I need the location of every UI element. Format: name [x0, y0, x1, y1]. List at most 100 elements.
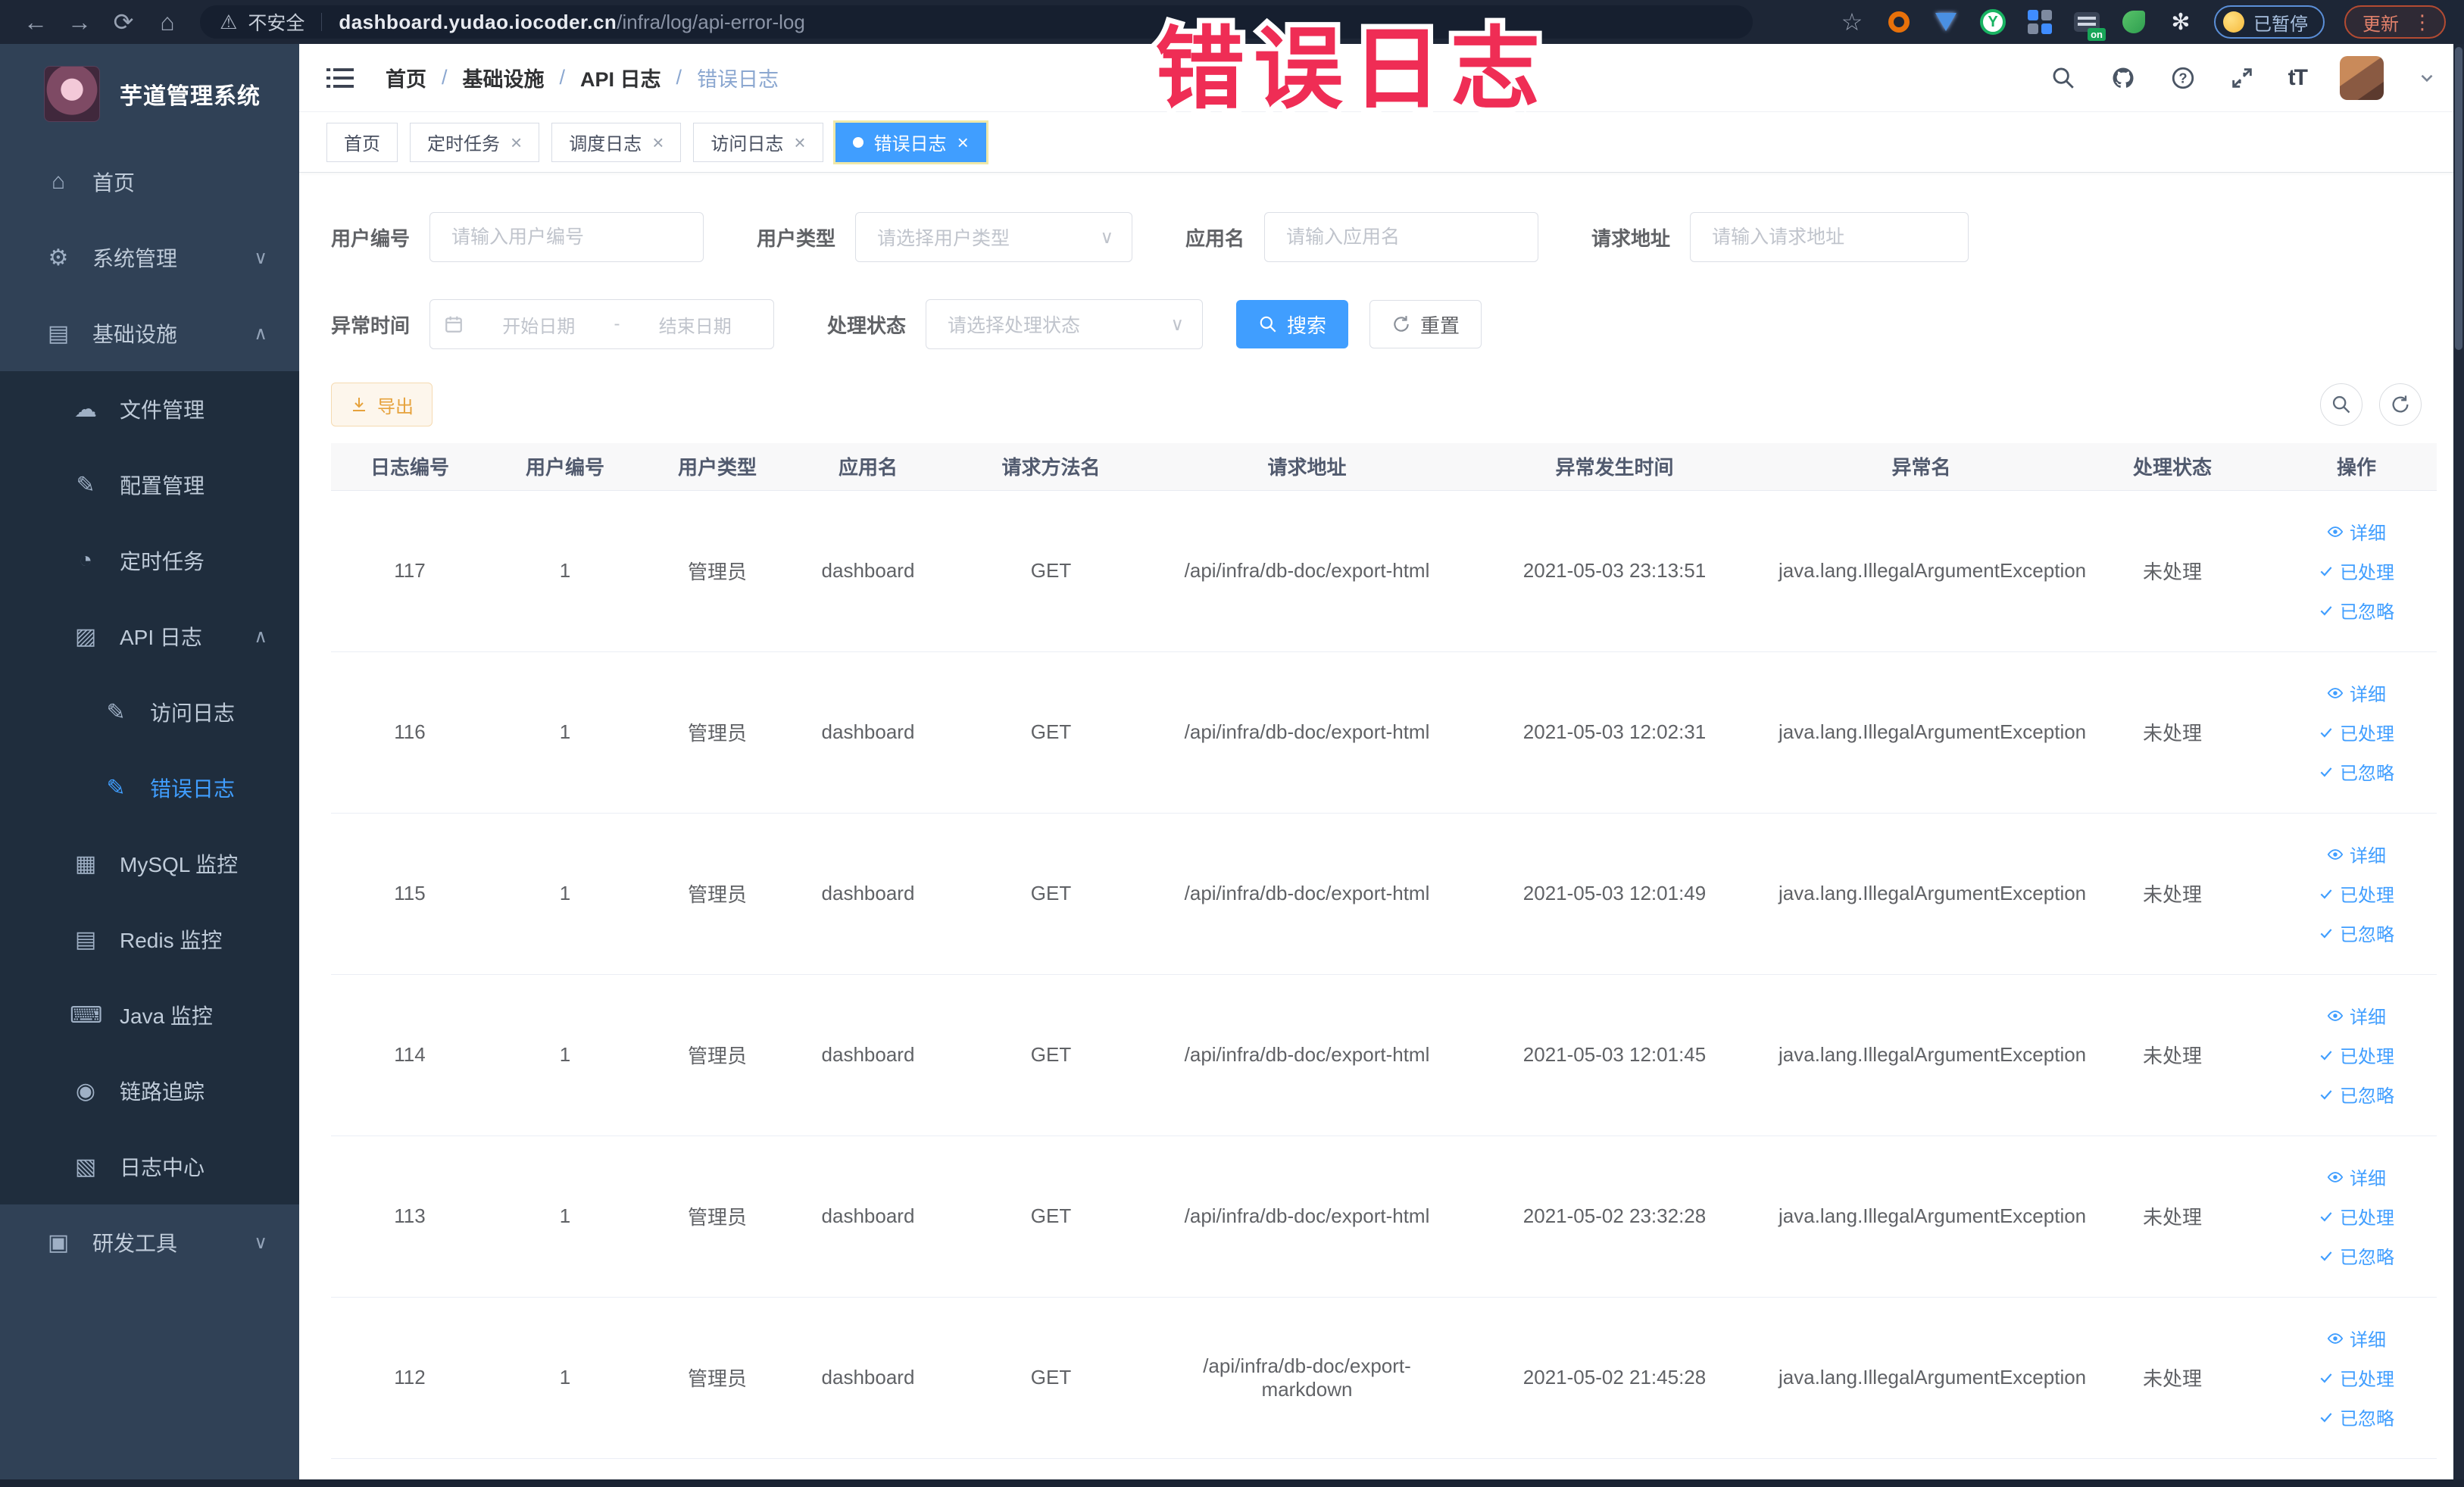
mark-ignored-link[interactable]: 已忽略: [2281, 1075, 2432, 1114]
cell-exception-time: 2021-05-03 23:13:51: [1455, 490, 1774, 652]
close-icon[interactable]: ×: [957, 133, 969, 152]
cell-exception-time: 2021-05-03 12:01:45: [1455, 974, 1774, 1136]
tab-job[interactable]: 定时任务 ×: [410, 122, 540, 162]
profile-paused-badge[interactable]: 已暂停: [2214, 5, 2325, 39]
mark-ignored-link[interactable]: 已忽略: [2281, 1398, 2432, 1437]
tab-home[interactable]: 首页: [326, 122, 398, 162]
browser-reload-icon[interactable]: ⟳: [101, 5, 145, 39]
collapse-sidebar-icon[interactable]: [326, 66, 354, 90]
mark-processed-link[interactable]: 已处理: [2281, 1197, 2432, 1236]
browser-update-button[interactable]: 更新 ⋮: [2344, 5, 2446, 39]
extensions-puzzle-icon[interactable]: ✻: [2167, 8, 2194, 36]
request-url-input[interactable]: [1690, 212, 1969, 262]
extension-leaf-icon[interactable]: [2120, 8, 2147, 36]
browser-back-icon[interactable]: ←: [14, 5, 58, 39]
cell-actions: 详细 已处理 已忽略: [2276, 651, 2437, 814]
sidebar-item-redis[interactable]: ▤ Redis 监控: [0, 901, 299, 977]
mark-processed-link[interactable]: 已处理: [2281, 1036, 2432, 1075]
tab-error-log[interactable]: 错误日志 ×: [835, 122, 986, 162]
extension-orange-ring-icon[interactable]: [1885, 8, 1913, 36]
help-icon[interactable]: [2170, 65, 2196, 91]
close-icon[interactable]: ×: [511, 133, 522, 152]
browser-menu-kebab-icon[interactable]: ⋮: [2412, 11, 2432, 34]
infrastructure-icon: ▤: [47, 320, 70, 346]
detail-link[interactable]: 详细: [2281, 1319, 2432, 1358]
mark-ignored-link[interactable]: 已忽略: [2281, 591, 2432, 630]
table-row: 112 1 管理员 dashboard GET /api/infra/db-do…: [331, 1297, 2437, 1459]
sidebar-item-error-log[interactable]: ✎ 错误日志: [0, 750, 299, 826]
user-id-input[interactable]: [429, 212, 704, 262]
browser-home-icon[interactable]: ⌂: [145, 5, 189, 39]
breadcrumb-home[interactable]: 首页: [386, 63, 426, 92]
cell-exception-name: java.lang.IllegalArgumentException: [1774, 1297, 2086, 1459]
browser-scrollbar[interactable]: [2453, 44, 2464, 1487]
search-icon[interactable]: [2050, 65, 2076, 91]
avatar-caret-icon[interactable]: [2417, 68, 2437, 88]
sidebar-item-home[interactable]: ⌂ 首页: [0, 144, 299, 220]
tab-access-log[interactable]: 访问日志 ×: [693, 122, 823, 162]
sidebar-item-system[interactable]: ⚙ 系统管理 ∨: [0, 220, 299, 295]
breadcrumb-api-log[interactable]: API 日志: [580, 63, 661, 92]
extension-switch-on-icon[interactable]: on: [2073, 8, 2106, 41]
user-type-select[interactable]: 请选择用户类型 ∨: [855, 212, 1133, 262]
sidebar-item-dev-tools[interactable]: ▣ 研发工具 ∨: [0, 1204, 299, 1280]
sidebar-item-infra[interactable]: ▤ 基础设施 ∧: [0, 295, 299, 371]
close-icon[interactable]: ×: [794, 133, 805, 152]
mark-processed-link[interactable]: 已处理: [2281, 874, 2432, 914]
extension-grid-icon[interactable]: [2026, 8, 2053, 36]
col-request-url: 请求地址: [1159, 443, 1455, 491]
process-status-select[interactable]: 请选择处理状态 ∨: [926, 299, 1204, 349]
mark-processed-link[interactable]: 已处理: [2281, 713, 2432, 752]
scrollbar-thumb[interactable]: [2455, 47, 2462, 350]
mark-ignored-link[interactable]: 已忽略: [2281, 752, 2432, 792]
app-logo: [44, 66, 100, 122]
extension-blue-drop-icon[interactable]: [1932, 8, 1960, 36]
check-icon: [2319, 1209, 2334, 1224]
chevron-down-icon: ∨: [254, 247, 267, 268]
detail-link[interactable]: 详细: [2281, 673, 2432, 713]
eye-icon: [2327, 685, 2344, 701]
sidebar-item-config[interactable]: ✎ 配置管理: [0, 447, 299, 523]
detail-link[interactable]: 详细: [2281, 512, 2432, 551]
bookmark-star-icon[interactable]: ☆: [1838, 8, 1866, 36]
tab-job-log[interactable]: 调度日志 ×: [551, 122, 682, 162]
reset-button[interactable]: 重置: [1369, 300, 1482, 348]
mark-processed-link[interactable]: 已处理: [2281, 551, 2432, 591]
calendar-icon: [444, 314, 464, 334]
mark-ignored-link[interactable]: 已忽略: [2281, 914, 2432, 953]
cell-exception-time: 2021-05-03 12:01:49: [1455, 813, 1774, 975]
sidebar-item-job[interactable]: ◔ 定时任务: [0, 523, 299, 598]
font-size-icon[interactable]: tT: [2288, 65, 2308, 91]
search-button[interactable]: 搜索: [1236, 300, 1349, 348]
app-logo-row[interactable]: 芋道管理系统: [0, 44, 299, 144]
date-range-picker[interactable]: 开始日期 - 结束日期: [429, 299, 775, 349]
github-icon[interactable]: [2110, 64, 2137, 92]
security-label: 不安全: [248, 13, 305, 34]
sidebar-item-log-center[interactable]: ▧ 日志中心: [0, 1129, 299, 1204]
sidebar-item-java[interactable]: ⌨ Java 监控: [0, 977, 299, 1053]
detail-link[interactable]: 详细: [2281, 1157, 2432, 1197]
detail-link[interactable]: 详细: [2281, 996, 2432, 1036]
toggle-search-button[interactable]: [2320, 383, 2363, 426]
close-icon[interactable]: ×: [652, 133, 664, 152]
col-app-name: 应用名: [793, 443, 943, 491]
address-bar[interactable]: ⚠ 不安全 dashboard.yudao.iocoder.cn/infra/l…: [200, 5, 1753, 39]
breadcrumb-infra[interactable]: 基础设施: [463, 63, 545, 92]
fullscreen-icon[interactable]: [2229, 65, 2255, 91]
sidebar-item-access-log[interactable]: ✎ 访问日志: [0, 674, 299, 750]
mark-ignored-link[interactable]: 已忽略: [2281, 1236, 2432, 1276]
browser-forward-icon[interactable]: →: [58, 5, 101, 39]
sidebar-item-api-log[interactable]: ▨ API 日志 ∧: [0, 598, 299, 674]
sidebar-item-trace[interactable]: ◉ 链路追踪: [0, 1053, 299, 1129]
detail-link[interactable]: 详细: [2281, 835, 2432, 874]
user-avatar[interactable]: [2340, 55, 2384, 100]
sidebar-item-mysql[interactable]: ▦ MySQL 监控: [0, 826, 299, 901]
app-name-input[interactable]: [1264, 212, 1539, 262]
check-icon: [2319, 603, 2334, 618]
sidebar-item-file[interactable]: ☁ 文件管理: [0, 371, 299, 447]
cell-request-url: /api/infra/db-doc/export-html: [1159, 651, 1455, 814]
refresh-table-button[interactable]: [2379, 383, 2422, 426]
extension-green-y-icon[interactable]: Y: [1979, 8, 2006, 36]
mark-processed-link[interactable]: 已处理: [2281, 1358, 2432, 1398]
export-button[interactable]: 导出: [331, 383, 433, 426]
